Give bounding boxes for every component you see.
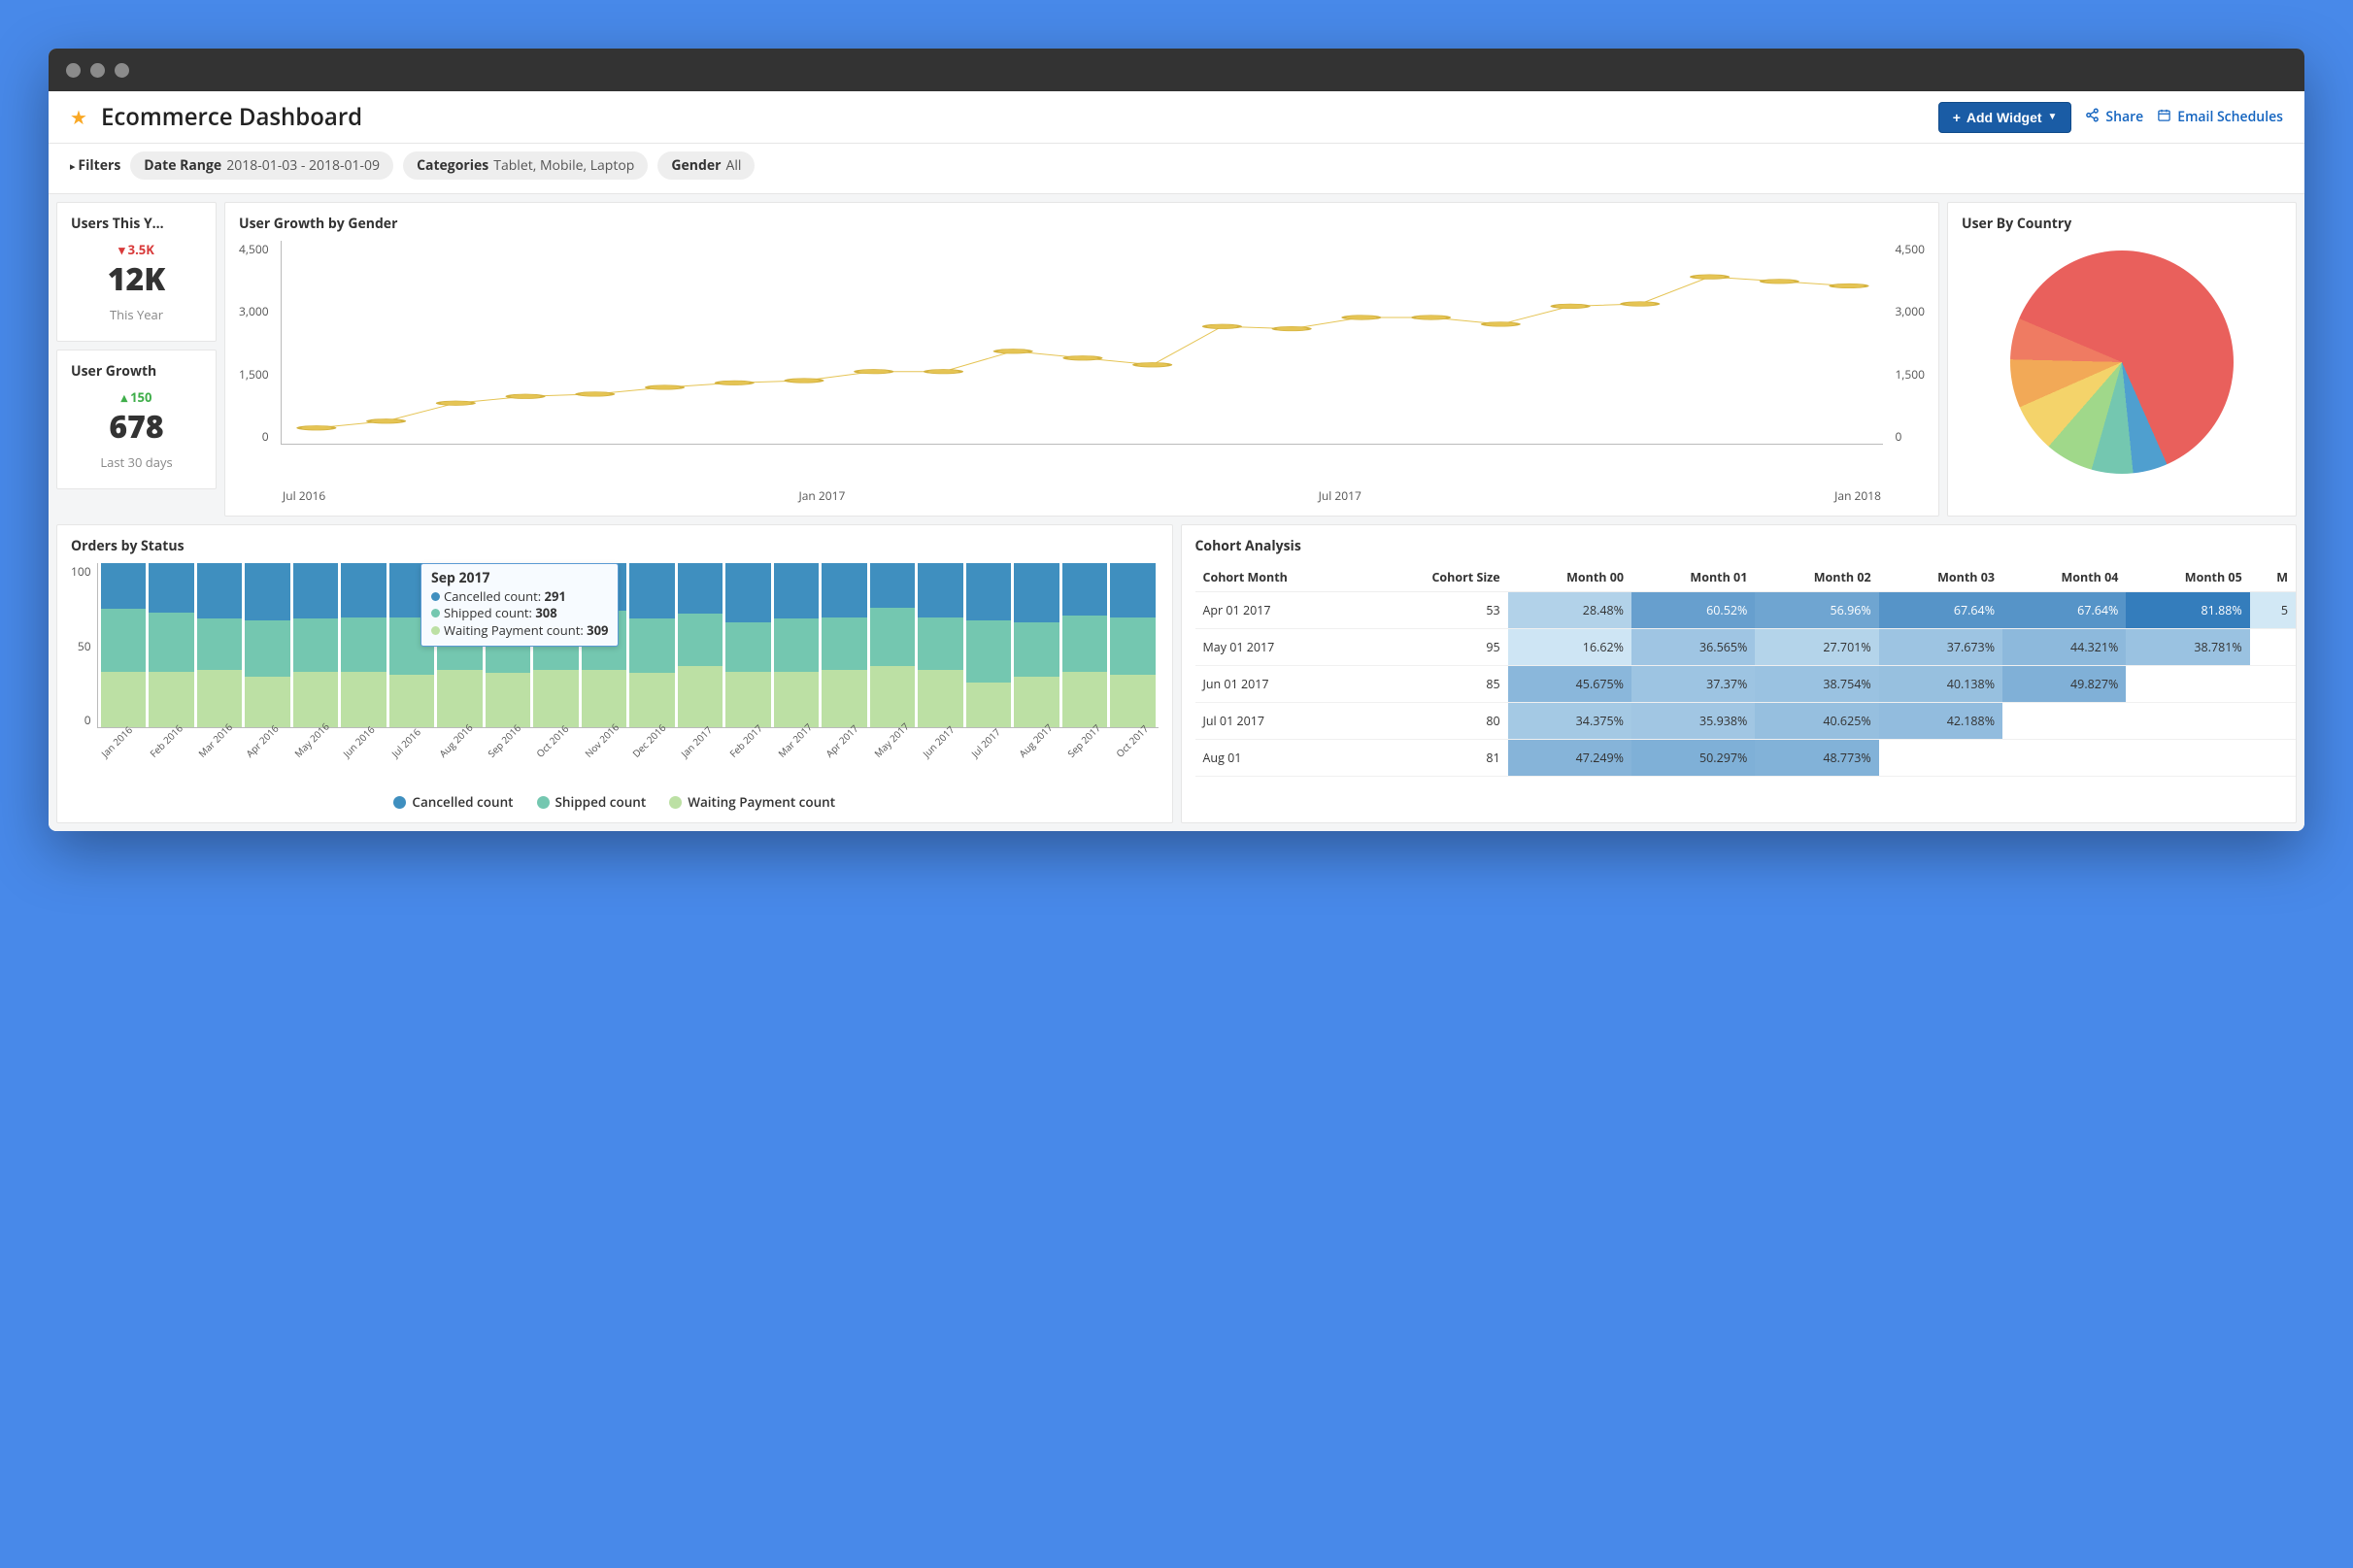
tt-label: Waiting Payment count:: [444, 621, 584, 639]
orders-chart: 100500 Jan 2016Feb 2016Mar 2016Apr 2016M…: [71, 563, 1159, 770]
filters-toggle[interactable]: Filters: [70, 156, 120, 175]
dashboard-row-1: Users This Y… ▾ 3.5K 12K This Year User …: [49, 194, 2304, 524]
growth-chart: 4,5003,0001,5000 4,5003,0001,5000: [239, 241, 1925, 484]
chip-value: Tablet, Mobile, Laptop: [493, 156, 634, 175]
chip-label: Gender: [671, 156, 721, 175]
card-title: Users This Y…: [71, 215, 202, 233]
email-schedules-link[interactable]: Email Schedules: [2157, 108, 2283, 127]
tt-value: 291: [545, 587, 566, 605]
legend-item-waiting[interactable]: Waiting Payment count: [669, 793, 835, 811]
pie-graphic: [2010, 250, 2234, 474]
card-title: Orders by Status: [71, 537, 1159, 555]
y-axis: 100500: [71, 563, 97, 728]
tt-label: Shipped count:: [444, 604, 532, 621]
share-label: Share: [2105, 108, 2143, 126]
tooltip-title: Sep 2017: [431, 570, 608, 588]
kpi-value: 12K: [71, 258, 202, 300]
cohort-table-wrap[interactable]: Cohort MonthCohort SizeMonth 00Month 01M…: [1195, 563, 2297, 777]
filter-chip-categories[interactable]: Categories Tablet, Mobile, Laptop: [403, 151, 648, 180]
add-widget-button[interactable]: + Add Widget ▼: [1938, 102, 2072, 133]
kpi-delta: ▾ 3.5K: [71, 241, 202, 258]
email-schedules-label: Email Schedules: [2177, 108, 2283, 126]
chip-value: 2018-01-03 - 2018-01-09: [226, 156, 380, 175]
page-title: Ecommerce Dashboard: [101, 101, 362, 133]
tt-label: Cancelled count:: [444, 587, 541, 605]
chart-legend: Cancelled count Shipped count Waiting Pa…: [71, 793, 1159, 811]
window-dot-max[interactable]: [115, 63, 129, 78]
add-widget-label: Add Widget: [1966, 110, 2042, 125]
dot-icon: [393, 796, 406, 809]
share-icon: [2085, 108, 2100, 127]
card-title: User Growth: [71, 362, 202, 381]
tt-value: 309: [587, 621, 608, 639]
dot-icon: [431, 609, 440, 617]
share-link[interactable]: Share: [2085, 108, 2143, 127]
star-icon[interactable]: ★: [70, 104, 87, 130]
filter-chip-date-range[interactable]: Date Range 2018-01-03 - 2018-01-09: [130, 151, 393, 180]
chip-label: Date Range: [144, 156, 221, 175]
window-dot-close[interactable]: [66, 63, 81, 78]
tt-value: 308: [535, 604, 556, 621]
plus-icon: +: [1953, 110, 1961, 125]
calendar-icon: [2157, 108, 2171, 127]
y-axis-left: 4,5003,0001,5000: [239, 241, 275, 445]
kpi-column: Users This Y… ▾ 3.5K 12K This Year User …: [56, 202, 217, 517]
kpi-delta-value: 3.5K: [128, 241, 154, 258]
x-axis: Jan 2016Feb 2016Mar 2016Apr 2016May 2016…: [71, 733, 1159, 770]
window-titlebar: [49, 49, 2304, 91]
dot-icon: [669, 796, 682, 809]
kpi-card-users-year[interactable]: Users This Y… ▾ 3.5K 12K This Year: [56, 202, 217, 342]
card-title: User By Country: [1962, 215, 2282, 233]
card-user-growth-gender[interactable]: User Growth by Gender 4,5003,0001,5000 4…: [224, 202, 1939, 517]
kpi-sublabel: Last 30 days: [71, 453, 202, 471]
chip-value: All: [725, 156, 741, 175]
cohort-table: Cohort MonthCohort SizeMonth 00Month 01M…: [1195, 563, 2297, 777]
card-user-by-country[interactable]: User By Country: [1947, 202, 2297, 517]
legend-item-shipped[interactable]: Shipped count: [537, 793, 647, 811]
kpi-delta: ▴ 150: [71, 388, 202, 406]
card-cohort-analysis[interactable]: Cohort Analysis Cohort MonthCohort SizeM…: [1181, 524, 2298, 823]
filter-chip-gender[interactable]: Gender All: [657, 151, 755, 180]
x-axis: Jul 2016Jan 2017Jul 2017Jan 2018: [239, 484, 1925, 504]
kpi-card-user-growth[interactable]: User Growth ▴ 150 678 Last 30 days: [56, 350, 217, 489]
legend-label: Cancelled count: [412, 793, 513, 811]
chip-label: Categories: [417, 156, 488, 175]
plot-area: [97, 563, 1159, 728]
arrow-down-icon: ▾: [118, 241, 125, 258]
filter-bar: Filters Date Range 2018-01-03 - 2018-01-…: [49, 144, 2304, 194]
caret-down-icon: ▼: [2048, 112, 2058, 122]
legend-label: Waiting Payment count: [688, 793, 835, 811]
kpi-value: 678: [71, 406, 202, 448]
dot-icon: [431, 626, 440, 635]
dashboard-row-2: Orders by Status 100500 Jan 2016Feb 2016…: [49, 524, 2304, 831]
y-axis-right: 4,5003,0001,5000: [1889, 241, 1925, 445]
card-title: User Growth by Gender: [239, 215, 1925, 233]
pie-chart: [1962, 241, 2282, 478]
window-dot-min[interactable]: [90, 63, 105, 78]
plot-area: [281, 241, 1884, 445]
card-title: Cohort Analysis: [1195, 537, 2297, 555]
kpi-sublabel: This Year: [71, 306, 202, 323]
topbar: ★ Ecommerce Dashboard + Add Widget ▼ Sha…: [49, 91, 2304, 144]
legend-item-cancelled[interactable]: Cancelled count: [393, 793, 513, 811]
dot-icon: [431, 592, 440, 601]
app-window: ★ Ecommerce Dashboard + Add Widget ▼ Sha…: [49, 49, 2304, 831]
dot-icon: [537, 796, 550, 809]
chart-tooltip: Sep 2017 Cancelled count: 291 Shipped co…: [420, 563, 619, 647]
legend-label: Shipped count: [555, 793, 647, 811]
kpi-delta-value: 150: [130, 388, 151, 406]
arrow-up-icon: ▴: [121, 388, 128, 406]
card-orders-by-status[interactable]: Orders by Status 100500 Jan 2016Feb 2016…: [56, 524, 1173, 823]
